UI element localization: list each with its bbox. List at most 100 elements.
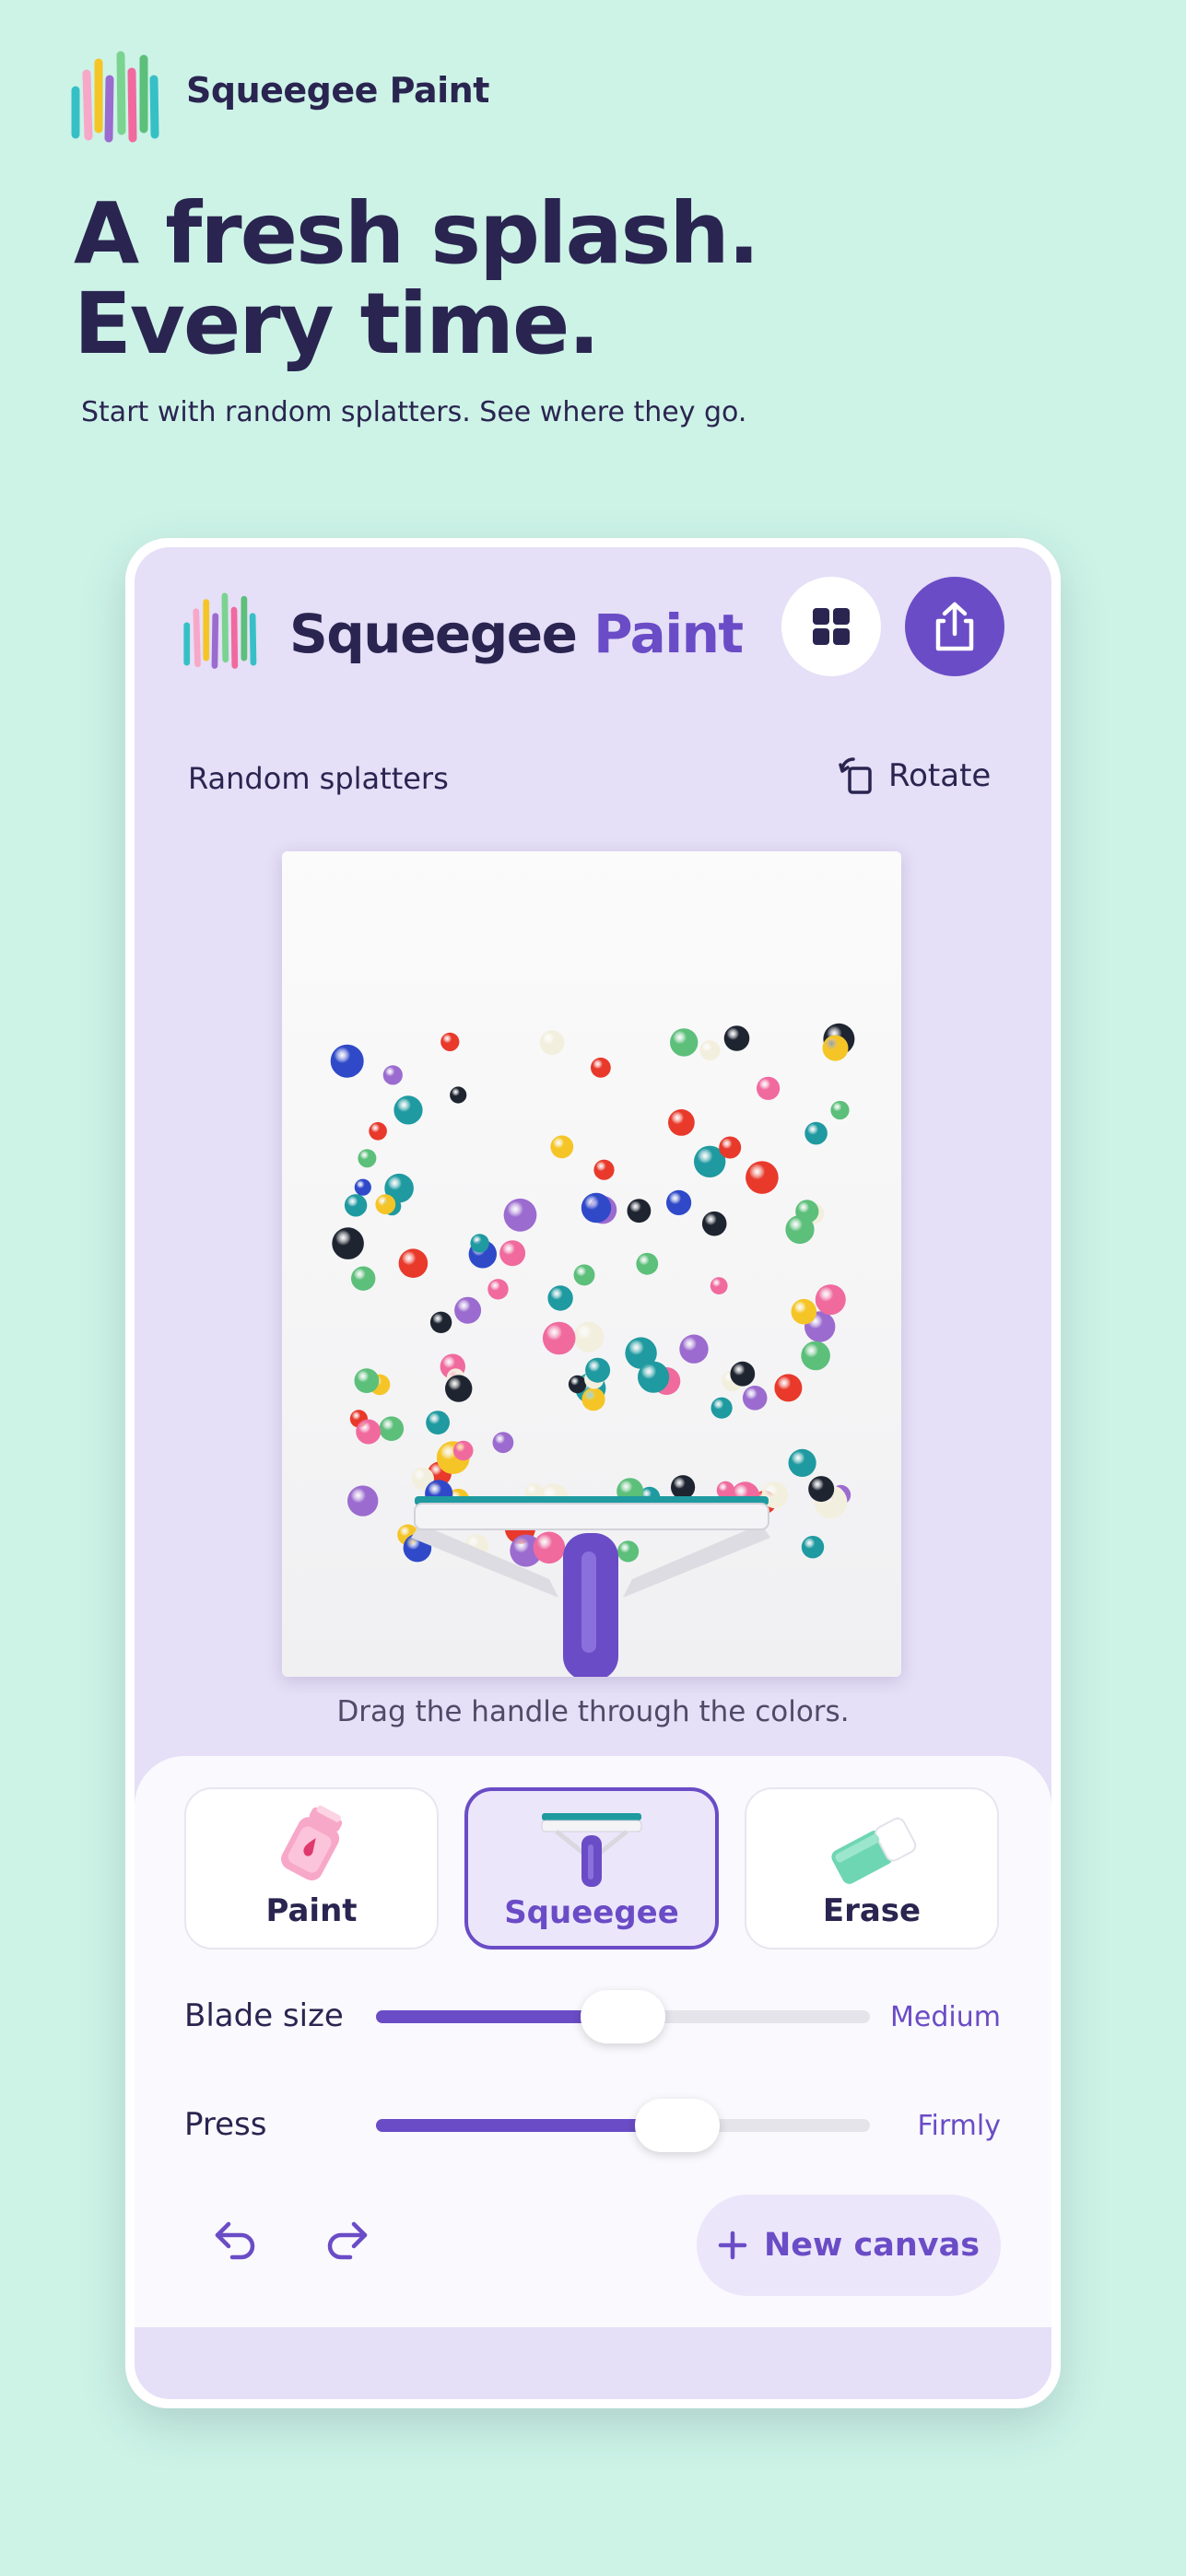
paint-splatter — [774, 1374, 803, 1402]
tool-panel: Paint Squeegee Erase Blade size Medium P… — [135, 1756, 1051, 2327]
paint-canvas[interactable] — [282, 851, 901, 1677]
paint-splatter — [369, 1122, 387, 1141]
squeegee-handle[interactable] — [411, 1496, 770, 1677]
paint-splatter — [375, 1194, 396, 1215]
app-title: Squeegee Paint — [289, 603, 744, 665]
paint-splatter — [542, 1321, 576, 1355]
paint-splatter — [668, 1109, 695, 1136]
rotate-icon — [839, 757, 872, 794]
blade-size-thumb[interactable] — [581, 1990, 665, 2043]
paint-splatter — [429, 1311, 452, 1333]
undo-button[interactable] — [212, 2217, 260, 2265]
phone-frame: Squeegee Paint Random splatters Rotate D… — [125, 538, 1061, 2408]
paint-splatter — [627, 1199, 652, 1224]
paint-splatter — [393, 1095, 423, 1125]
section-label: Random splatters — [188, 761, 449, 796]
squeegee-icon — [541, 1813, 642, 1887]
press-slider[interactable] — [376, 2099, 870, 2152]
paint-splatter — [585, 1357, 611, 1383]
paint-splatter — [347, 1485, 379, 1516]
paint-splatter — [830, 1100, 850, 1120]
paint-splatter — [354, 1178, 371, 1196]
paint-splatter — [581, 1192, 612, 1224]
paint-splatter — [426, 1411, 450, 1434]
undo-icon — [215, 2221, 255, 2260]
redo-button[interactable] — [323, 2217, 370, 2265]
paint-splatter — [636, 1252, 659, 1275]
new-canvas-label: New canvas — [763, 2227, 981, 2264]
paint-splatter — [701, 1211, 727, 1236]
share-button[interactable] — [905, 577, 1004, 676]
share-icon — [935, 602, 974, 651]
blade-size-label: Blade size — [184, 1997, 344, 2034]
paint-splatter — [670, 1028, 699, 1057]
rotate-button[interactable]: Rotate — [839, 755, 991, 796]
paint-splatter — [746, 1161, 779, 1194]
tool-squeegee-button[interactable]: Squeegee — [464, 1787, 719, 1950]
blade-size-slider[interactable] — [376, 1990, 870, 2043]
tool-paint-label: Paint — [265, 1892, 358, 1929]
rotate-label: Rotate — [888, 757, 992, 794]
press-fill — [376, 2119, 677, 2132]
paint-splatter — [742, 1386, 768, 1411]
tool-squeegee-label: Squeegee — [504, 1894, 679, 1931]
paint-splatter — [804, 1121, 828, 1145]
paint-splatter — [791, 1298, 817, 1325]
hero-line-2: Every time. — [74, 275, 600, 373]
paint-splatter — [573, 1264, 595, 1286]
new-canvas-button[interactable]: New canvas — [697, 2195, 1001, 2296]
paint-splatter — [801, 1341, 830, 1371]
paint-splatter — [723, 1025, 750, 1051]
paint-splatter — [454, 1296, 482, 1324]
paint-splatter — [671, 1475, 696, 1500]
paint-splatter — [547, 1285, 573, 1311]
paint-splatter — [533, 1531, 566, 1564]
blade-size-value: Medium — [890, 2001, 1001, 2033]
paint-splatter — [581, 1388, 605, 1411]
plus-icon — [718, 2231, 747, 2260]
paint-splatter — [801, 1536, 825, 1559]
app-screen: Squeegee Paint Random splatters Rotate D… — [135, 547, 1051, 2399]
paint-splatter — [487, 1279, 509, 1300]
paint-splatter — [379, 1416, 405, 1441]
gallery-button[interactable] — [781, 577, 881, 676]
paint-splatter — [440, 1032, 460, 1051]
tool-erase-label: Erase — [822, 1892, 922, 1929]
paint-splatter — [815, 1284, 846, 1316]
canvas-hint: Drag the handle through the colors. — [336, 1695, 850, 1728]
paint-splatter — [710, 1277, 728, 1294]
paint-splatter — [679, 1334, 709, 1364]
press-value: Firmly — [917, 2110, 1001, 2142]
paint-splatter — [354, 1368, 380, 1393]
paint-splatter — [344, 1194, 368, 1217]
paint-splatter — [356, 1419, 382, 1445]
app-title-part-1: Squeegee — [289, 603, 578, 665]
paint-splatter — [710, 1397, 733, 1419]
tool-erase-button[interactable]: Erase — [745, 1787, 999, 1950]
paint-splatter — [539, 1030, 565, 1055]
paint-splatter — [617, 1540, 640, 1563]
hero-headline: A fresh splash. Every time. — [74, 184, 760, 373]
paint-splatter — [351, 1266, 376, 1291]
paint-splatter — [699, 1040, 721, 1061]
paint-splatter — [785, 1214, 815, 1245]
paint-splatter — [788, 1448, 816, 1477]
paint-splatter — [730, 1361, 756, 1387]
paint-splatter — [808, 1476, 835, 1503]
paint-splatter — [330, 1044, 364, 1078]
paint-splatter — [382, 1065, 403, 1085]
paint-splatter — [822, 1035, 849, 1061]
paint-splatter — [593, 1159, 615, 1180]
paint-splatter — [358, 1149, 377, 1168]
paint-splatter — [638, 1361, 670, 1393]
paint-splatter — [568, 1375, 587, 1394]
brand-name: Squeegee Paint — [186, 70, 489, 111]
app-title-part-2: Paint — [593, 603, 744, 665]
tool-paint-button[interactable]: Paint — [184, 1787, 439, 1950]
paint-splatter — [666, 1189, 692, 1215]
paint-splatter — [503, 1198, 537, 1232]
redo-icon — [327, 2221, 368, 2260]
press-thumb[interactable] — [634, 2099, 720, 2152]
paint-splatter — [470, 1234, 489, 1253]
hero-line-1: A fresh splash. — [74, 184, 760, 283]
